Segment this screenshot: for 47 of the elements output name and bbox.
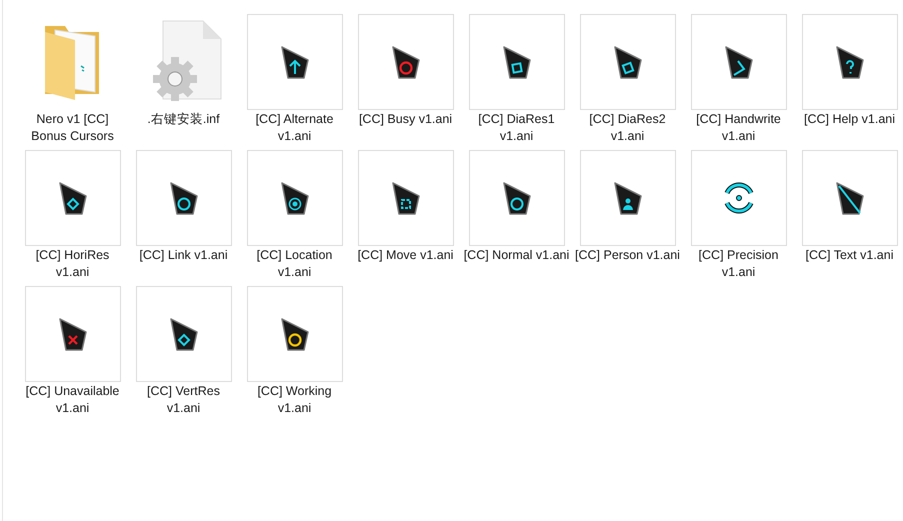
file-name: Nero v1 [CC] Bonus Cursors [30,111,115,145]
file-item[interactable]: [CC] Help v1.ani [794,14,903,148]
file-name: [CC] Busy v1.ani [358,111,454,128]
cursor-angle-icon [724,45,754,79]
cursor-diamond-icon [58,181,88,215]
file-name: [CC] Handwrite v1.ani [695,111,782,145]
file-item[interactable]: [CC] HoriRes v1.ani [17,150,128,284]
file-name: .右键安装.inf [146,111,221,128]
cursor-target-icon [280,181,310,215]
file-name: [CC] Alternate v1.ani [254,111,334,145]
file-item[interactable]: .右键安装.inf [128,14,239,148]
file-name: [CC] Move v1.ani [356,247,454,264]
file-name: [CC] Help v1.ani [802,111,896,128]
file-item[interactable]: [CC] Person v1.ani [572,150,683,284]
file-item[interactable]: [CC] VertRes v1.ani [128,286,239,420]
file-item[interactable]: [CC] Unavailable v1.ani [17,286,128,420]
file-name: [CC] Unavailable v1.ani [24,383,120,417]
file-item[interactable]: [CC] Precision v1.ani [683,150,794,284]
file-name: [CC] Text v1.ani [804,247,894,264]
cursor-cross-icon [58,317,88,351]
file-item[interactable]: Nero v1 [CC] Bonus Cursors [17,14,128,148]
file-item[interactable]: [CC] Text v1.ani [794,150,903,284]
file-item[interactable]: [CC] Move v1.ani [350,150,461,284]
file-name: [CC] DiaRes1 v1.ani [477,111,556,145]
file-name: [CC] Normal v1.ani [462,247,570,264]
file-name: [CC] Working v1.ani [256,383,333,417]
file-name: [CC] DiaRes2 v1.ani [588,111,667,145]
file-item[interactable]: [CC] Alternate v1.ani [239,14,350,148]
cursor-diamond-icon [168,317,198,351]
file-item[interactable]: [CC] Location v1.ani [239,150,350,284]
cursor-person-icon [612,181,642,215]
file-name: [CC] Link v1.ani [138,247,229,264]
file-item[interactable]: [CC] DiaRes2 v1.ani [572,14,683,148]
cursor-up-arrow-icon [280,45,310,79]
cursor-question-mark-icon [834,45,864,79]
file-name: [CC] Precision v1.ani [698,247,780,281]
file-item[interactable]: [CC] Working v1.ani [239,286,350,420]
file-name: [CC] Location v1.ani [256,247,334,281]
file-name: [CC] VertRes v1.ani [146,383,221,417]
file-item[interactable]: [CC] DiaRes1 v1.ani [461,14,572,148]
file-item[interactable]: [CC] Handwrite v1.ani [683,14,794,148]
file-name: [CC] Person v1.ani [574,247,681,264]
file-name: [CC] HoriRes v1.ani [34,247,110,281]
cursor-line-icon [834,181,864,215]
file-item[interactable]: [CC] Link v1.ani [128,150,239,284]
file-item[interactable]: [CC] Normal v1.ani [461,150,572,284]
file-item[interactable]: [CC] Busy v1.ani [350,14,461,148]
